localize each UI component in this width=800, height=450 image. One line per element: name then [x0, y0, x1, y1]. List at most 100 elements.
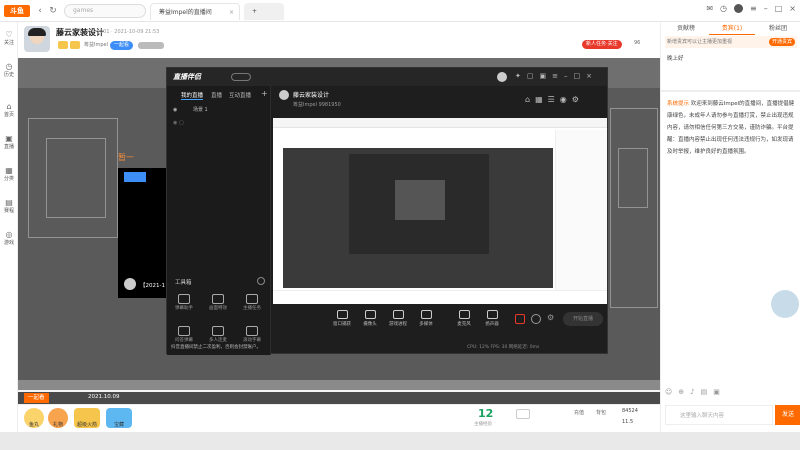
rail-category[interactable]: ▦ 分类 [0, 166, 18, 182]
obs-tab-interact[interactable]: 互动直播 [229, 91, 251, 99]
gift-gift[interactable]: 礼物 [48, 408, 68, 428]
tv-icon: ▣ [5, 134, 13, 143]
level-badge-icon [58, 41, 68, 49]
tool-tasks[interactable]: 主播任务 [241, 294, 263, 314]
tool-speaker[interactable]: 扬声器 [479, 310, 505, 327]
home-icon: ⌂ [6, 102, 12, 111]
mini-avatar [124, 278, 136, 290]
tool-window-capture[interactable]: 窗口捕获 [329, 310, 355, 327]
tool-game[interactable]: 游戏进程 [385, 310, 411, 327]
obs-window-controls[interactable]: ✦▢▣≡–□× [515, 72, 598, 80]
tool-media[interactable]: 多媒体 [413, 310, 439, 327]
settings-icon[interactable] [531, 314, 541, 324]
gift-bar: 鱼丸 礼物 超级火箭 宝藏 12 主播经验 充值 背包 84524 11.5 [18, 404, 660, 432]
start-live-button[interactable]: 开始直播 [563, 312, 603, 326]
microphone-icon [458, 310, 470, 319]
tool-mic[interactable]: 麦克风 [451, 310, 477, 327]
scene-item[interactable]: ◉ 场景 1 [173, 106, 265, 115]
follow-button[interactable]: 新人任务·关注 [582, 40, 622, 49]
room-avatar [279, 90, 289, 100]
watch-together-badge[interactable]: 一起看 [110, 41, 134, 50]
nested-stage [283, 148, 553, 288]
tab-live-room[interactable]: 筹益Impel的直播间 × [150, 3, 240, 20]
tool-danmaku[interactable]: 弹幕助手 [173, 294, 195, 314]
obs-notice: 抖音直播间禁止二次盈利，否则会封禁账户。 [171, 345, 261, 350]
menu-icon[interactable]: ≡ [750, 4, 757, 13]
rail-history[interactable]: ◷ 历史 [0, 62, 18, 78]
exp-count: 12 [478, 407, 494, 420]
minimize-icon[interactable]: – [764, 4, 768, 13]
system-message: 系统提示 欢迎来到藤云Impel的直播间，直播提倡健康绿色，未成年人请勿参与直播… [667, 98, 797, 158]
shop-icon[interactable] [516, 409, 530, 419]
back-icon[interactable]: ‹ [34, 5, 46, 17]
tasks-icon [246, 294, 258, 304]
anchor-avatar[interactable] [24, 26, 50, 52]
chat-tools[interactable]: ☺⊕♪▤▣ [665, 388, 797, 396]
tab-new[interactable]: + [244, 3, 284, 20]
rail-home[interactable]: ⌂ 首页 [0, 102, 18, 118]
obs-user-avatar[interactable] [497, 72, 507, 82]
scene-sub-item[interactable]: ◉ ▢ [173, 120, 265, 126]
tool-qa[interactable]: 问答弹幕 [173, 326, 195, 346]
rail-schedule[interactable]: ▤ 赛程 [0, 198, 18, 214]
refresh-icon[interactable]: ↻ [47, 5, 59, 17]
room-actions[interactable]: ⌂▦☰◉⚙ [525, 95, 584, 104]
grid-icon: ▦ [5, 166, 13, 175]
history-icon[interactable]: ◷ [720, 4, 727, 13]
fans-badge-icon [70, 41, 80, 49]
version-badge [231, 73, 251, 81]
rail-game[interactable]: ◎ 游戏 [0, 230, 18, 246]
obs-tab-mine[interactable]: 我的直播 [181, 91, 204, 100]
tab-fans[interactable]: 粉丝团 [755, 22, 800, 35]
stage-bottom-strip: 一起看 2021.10.09 [18, 392, 660, 404]
tool-subtitle[interactable]: 滚动字幕 [241, 326, 263, 346]
tab-vip[interactable]: 贵宾(1) [709, 22, 755, 35]
gift-fishball[interactable]: 鱼丸 [24, 408, 44, 428]
nested-obs [349, 154, 489, 254]
tool-multi[interactable]: 多人连麦 [207, 326, 229, 346]
system-text: 欢迎来到藤云Impel的直播间，直播提倡健康绿色，未成年人请勿参与直播打赏，禁止… [667, 101, 795, 155]
follow-count: 96 [634, 40, 641, 46]
close-window-icon[interactable]: × [789, 4, 796, 13]
tab-contribution[interactable]: 贡献榜 [663, 22, 709, 35]
obs-status: CPU: 12% FPS: 30 网络延迟: 0ms [467, 345, 540, 350]
game-icon [392, 310, 404, 319]
backpack-button[interactable]: 背包 [596, 409, 606, 416]
heart-icon: ♡ [5, 30, 13, 39]
close-icon[interactable]: × [229, 4, 234, 21]
tool-effects[interactable]: 画面特效 [207, 294, 229, 314]
search-input[interactable]: games [64, 4, 146, 18]
app-logo[interactable]: 斗鱼 [4, 5, 30, 17]
gift-treasure[interactable]: 宝藏 [106, 408, 132, 428]
obs-tab-live[interactable]: 直播 [211, 91, 222, 99]
room-title: 藤云家装设计 [293, 92, 330, 99]
left-rail: ♡ 关注 ◷ 历史 ⌂ 首页 ▣ 直播 ▦ 分类 ▤ 赛程 ◎ 游戏 [0, 22, 18, 432]
tag-bar [138, 42, 164, 49]
obs-sidebar: 我的直播 直播 互动直播 + ◉ 场景 1 ◉ ▢ 工具箱 弹幕助手 画面特效 … [167, 86, 271, 355]
add-icon[interactable]: + [261, 89, 268, 98]
anchor-subtitle: 筹益Impel [84, 42, 108, 48]
channel-title: 藤云家装设计 [56, 28, 104, 37]
gift-rocket[interactable]: 超级火箭 [74, 408, 100, 428]
floating-mascot-icon[interactable] [771, 290, 799, 318]
record-icon[interactable] [515, 314, 525, 324]
send-button[interactable]: 发送 [775, 405, 800, 425]
tool-camera[interactable]: 摄像头 [357, 310, 383, 327]
rail-follow[interactable]: ♡ 关注 [0, 30, 18, 46]
maximize-icon[interactable]: □ [775, 4, 783, 13]
tab-label: 筹益Impel的直播间 [159, 9, 212, 16]
toolbox-more-icon[interactable] [257, 277, 265, 285]
rail-live[interactable]: ▣ 直播 [0, 134, 18, 150]
recharge-button[interactable]: 充值 [574, 409, 584, 416]
mini-badge [124, 172, 146, 182]
mic-icon [212, 326, 224, 336]
eye-icon[interactable]: ◉ [173, 107, 177, 113]
media-icon [420, 310, 432, 319]
mail-icon[interactable]: ✉ [706, 4, 713, 13]
gear-icon[interactable]: ⚙ [547, 313, 557, 323]
open-vip-button[interactable]: 开通贵宾 [768, 38, 795, 46]
user-avatar-icon[interactable] [734, 4, 744, 13]
watch-together-tag[interactable]: 一起看 [24, 393, 49, 403]
chat-input[interactable]: 这里输入聊天内容 [665, 405, 773, 425]
stage-overlay-text: 暂一 [118, 153, 134, 162]
